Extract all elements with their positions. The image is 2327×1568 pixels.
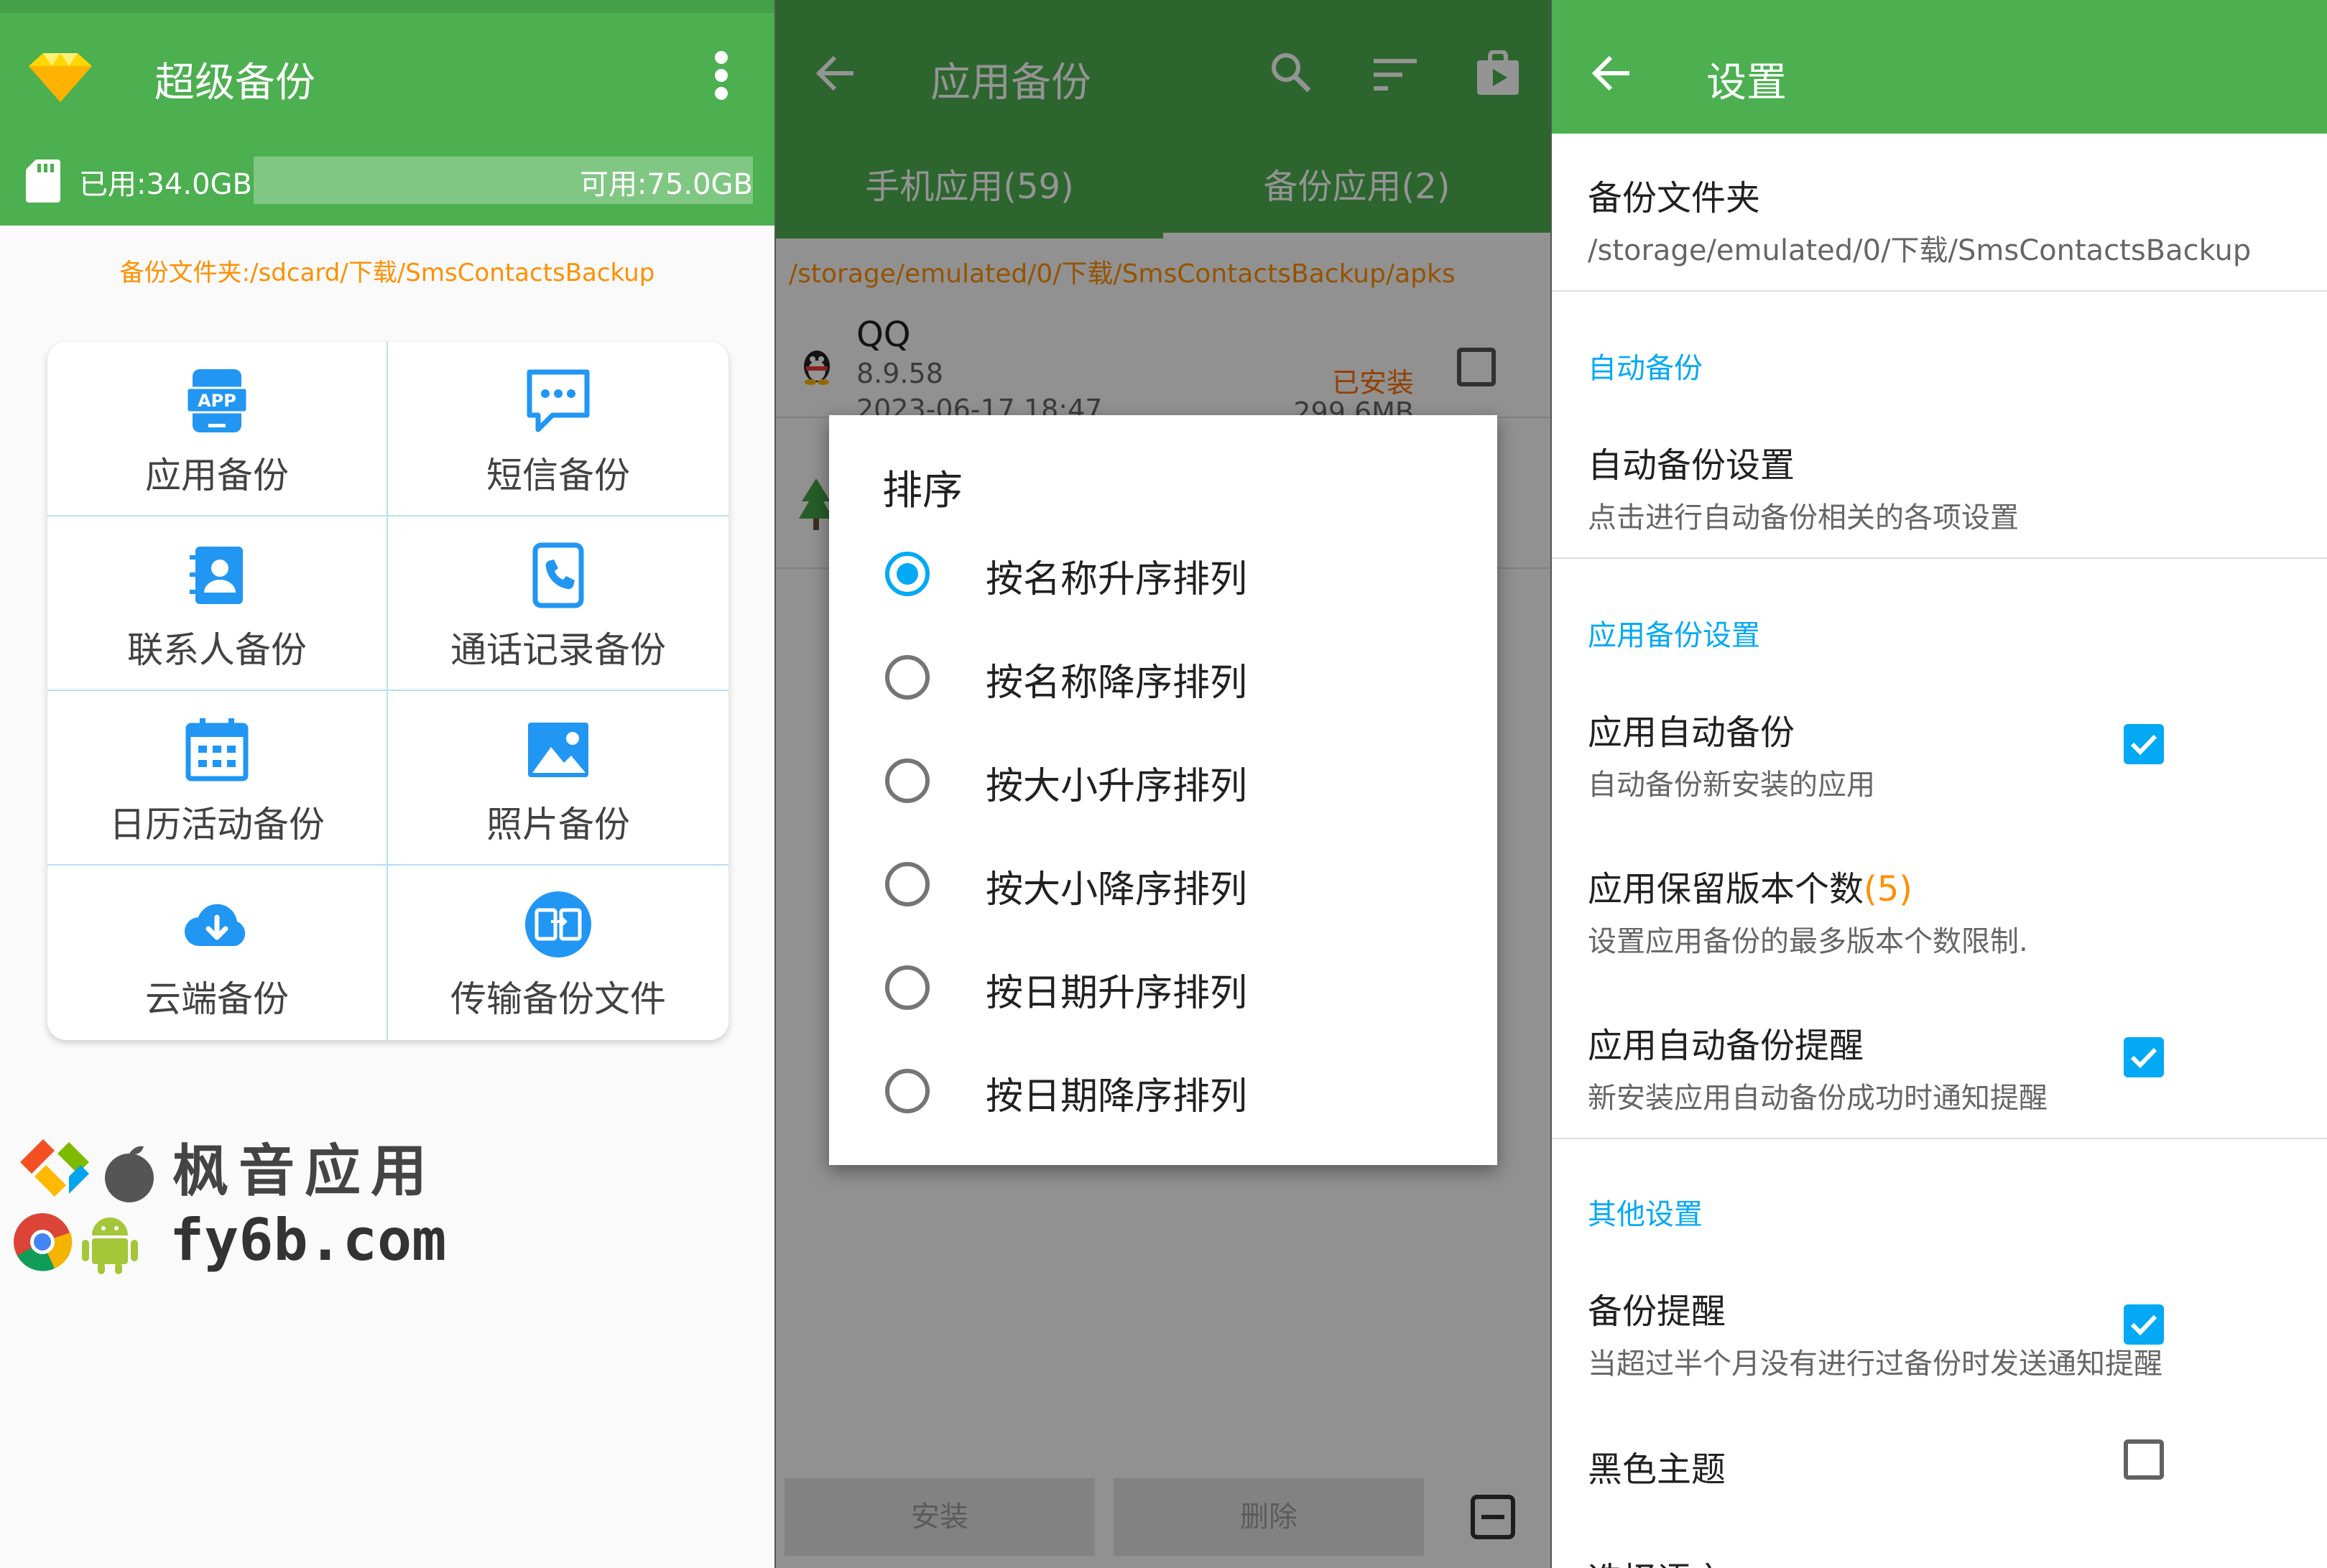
windows-logo-icon xyxy=(14,1133,95,1205)
settings-screen: 设置 备份文件夹 /storage/emulated/0/下载/SmsConta… xyxy=(1552,0,2327,1568)
setting-summary: 设置应用备份的最多版本个数限制. xyxy=(1588,925,2028,958)
app-bar xyxy=(1552,0,2327,134)
backup-folder-path: 备份文件夹:/sdcard/下载/SmsContactsBackup xyxy=(119,259,655,287)
option-label: 按大小降序排列 xyxy=(986,868,1248,911)
auto-backup-remind-checkbox[interactable] xyxy=(2124,1037,2164,1077)
app-title: 超级备份 xyxy=(154,60,315,106)
watermark-title: 枫音应用 xyxy=(172,1139,438,1204)
setting-keep-versions[interactable]: 应用保留版本个数(5) 设置应用备份的最多版本个数限制. xyxy=(1588,860,2234,960)
option-label: 按名称升序排列 xyxy=(986,558,1248,601)
sort-dialog: 排序 按名称升序排列 按名称降序排列 按大小升序排列 按大小降序排列 按日期升序… xyxy=(829,415,1497,1165)
tile-label: 照片备份 xyxy=(486,804,630,845)
option-label: 按大小升序排列 xyxy=(986,765,1248,808)
divider xyxy=(1552,1138,2327,1139)
call-log-icon xyxy=(524,541,593,610)
tile-label: 传输备份文件 xyxy=(450,978,666,1020)
tile-cloud-backup[interactable]: 云端备份 xyxy=(47,866,388,1040)
sort-option[interactable]: 按名称降序排列 xyxy=(829,626,1497,730)
sort-option[interactable]: 按大小降序排列 xyxy=(829,833,1497,937)
dialog-title: 排序 xyxy=(882,468,963,514)
radio-button[interactable] xyxy=(885,759,930,803)
tile-transfer-backup[interactable]: 传输备份文件 xyxy=(388,866,728,1040)
screen-title: 设置 xyxy=(1706,60,1787,106)
setting-summary: 新安装应用自动备份成功时通知提醒 xyxy=(1588,1082,2048,1115)
diamond-icon xyxy=(26,50,95,105)
option-label: 按名称降序排列 xyxy=(986,662,1248,705)
tile-label: 联系人备份 xyxy=(127,629,307,671)
back-arrow-icon[interactable] xyxy=(1592,55,1632,92)
transfer-icon xyxy=(524,890,593,959)
setting-auto-backup[interactable]: 自动备份设置 点击进行自动备份相关的各项设置 xyxy=(1588,437,2234,536)
app-icon: APP xyxy=(182,366,251,435)
tile-call-log-backup[interactable]: 通话记录备份 xyxy=(388,516,728,691)
sort-option[interactable]: 按名称升序排列 xyxy=(829,523,1497,626)
app-auto-backup-checkbox[interactable] xyxy=(2124,724,2164,764)
setting-title: 自动备份设置 xyxy=(1588,445,1795,486)
contacts-icon xyxy=(182,541,251,610)
category-auto-backup: 自动备份 xyxy=(1588,352,1703,385)
watermark-url: fy6b.com xyxy=(170,1207,447,1274)
tile-label: 云端备份 xyxy=(145,978,289,1020)
backup-grid: APP 应用备份 短信备份 联系人备份 通话记录备份 日历活动备份 照片备份 云… xyxy=(47,342,728,1040)
storage-free: 可用:75.0GB xyxy=(580,168,753,201)
radio-button[interactable] xyxy=(885,1069,930,1113)
setting-summary: 自动备份新安装的应用 xyxy=(1588,769,1875,802)
setting-summary: 点击进行自动备份相关的各项设置 xyxy=(1588,501,2019,534)
photo-icon xyxy=(524,715,593,784)
storage-used: 已用:34.0GB xyxy=(79,168,252,201)
sms-icon xyxy=(524,366,593,435)
option-label: 按日期降序排列 xyxy=(986,1075,1248,1118)
setting-title: 备份文件夹 xyxy=(1588,178,1761,218)
calendar-icon xyxy=(182,715,251,784)
sort-option[interactable]: 按大小升序排列 xyxy=(829,730,1497,833)
tile-label: 短信备份 xyxy=(486,455,630,496)
tile-sms-backup[interactable]: 短信备份 xyxy=(388,342,728,516)
sort-option[interactable]: 按日期降序排列 xyxy=(829,1040,1497,1143)
version-count: (5) xyxy=(1864,869,1913,909)
setting-backup-folder[interactable]: 备份文件夹 /storage/emulated/0/下载/SmsContacts… xyxy=(1588,170,2252,269)
cloud-icon xyxy=(182,890,251,959)
setting-language[interactable]: 选择语言 xyxy=(1588,1551,2234,1568)
setting-summary: /storage/emulated/0/下载/SmsContactsBackup xyxy=(1588,234,2252,267)
more-options-icon[interactable] xyxy=(711,50,731,101)
tile-contacts-backup[interactable]: 联系人备份 xyxy=(47,516,388,691)
android-logo-icon xyxy=(78,1204,142,1276)
chrome-logo-icon xyxy=(11,1211,73,1273)
tile-label: 日历活动备份 xyxy=(109,804,325,845)
setting-summary: 当超过半个月没有进行过备份时发送通知提醒 xyxy=(1588,1347,2162,1381)
category-other: 其他设置 xyxy=(1588,1198,1703,1231)
radio-button[interactable] xyxy=(885,552,930,596)
main-screen: 超级备份 已用:34.0GB 可用:75.0GB 备份文件夹:/sdcard/下… xyxy=(0,0,774,1568)
tile-photo-backup[interactable]: 照片备份 xyxy=(388,691,728,866)
tile-app-backup[interactable]: APP 应用备份 xyxy=(47,342,388,516)
setting-title: 应用保留版本个数 xyxy=(1588,869,1864,909)
svg-text:APP: APP xyxy=(198,391,236,411)
option-label: 按日期升序排列 xyxy=(986,972,1248,1015)
app-backup-screen: 应用备份 手机应用(59) 备份应用(2) /storage/emulated/… xyxy=(776,0,1550,1568)
tile-calendar-backup[interactable]: 日历活动备份 xyxy=(47,691,388,866)
category-app-backup: 应用备份设置 xyxy=(1588,619,1760,652)
apple-logo-icon xyxy=(96,1143,162,1202)
tile-label: 通话记录备份 xyxy=(450,629,666,671)
radio-button[interactable] xyxy=(885,862,930,906)
setting-title: 选择语言 xyxy=(1588,1551,2234,1568)
divider xyxy=(1552,557,2327,559)
backup-remind-checkbox[interactable] xyxy=(2124,1304,2164,1345)
dark-theme-checkbox[interactable] xyxy=(2124,1439,2164,1480)
sd-card-icon xyxy=(26,158,60,203)
tile-label: 应用备份 xyxy=(145,455,289,496)
sort-option[interactable]: 按日期升序排列 xyxy=(829,937,1497,1040)
divider xyxy=(1552,290,2327,292)
radio-button[interactable] xyxy=(885,965,930,1010)
radio-button[interactable] xyxy=(885,655,930,700)
